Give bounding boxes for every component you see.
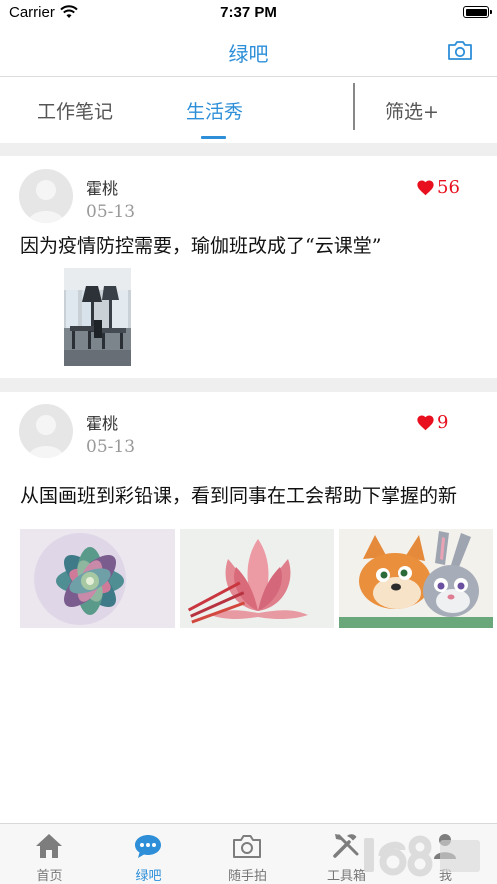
tab-label: 绿吧 xyxy=(135,869,162,884)
like-count[interactable]: 56 xyxy=(416,177,460,198)
section-divider xyxy=(0,378,497,392)
post-photo[interactable] xyxy=(180,529,334,628)
tools-icon xyxy=(333,834,359,858)
tab-home[interactable]: 首页 xyxy=(0,824,99,884)
camera-icon xyxy=(233,835,261,858)
section-divider xyxy=(0,143,497,156)
clock: 7:37 PM xyxy=(220,4,277,21)
author-name[interactable]: 霍桃 xyxy=(86,175,118,199)
page-title: 绿吧 xyxy=(228,42,269,66)
post-date: 05-13 xyxy=(86,437,136,457)
post-photo[interactable] xyxy=(20,529,175,628)
like-count-value: 56 xyxy=(437,177,460,198)
filter-button[interactable]: 筛选+ xyxy=(385,97,439,124)
tab-label: 首页 xyxy=(36,869,63,884)
like-count-value: 9 xyxy=(437,412,449,433)
chat-bubble-icon xyxy=(135,835,161,858)
post-photo[interactable] xyxy=(339,529,493,628)
post-photo[interactable] xyxy=(64,268,131,366)
active-tab-indicator xyxy=(201,136,226,139)
like-count[interactable]: 9 xyxy=(416,412,448,433)
category-tabs: 工作笔记 生活秀 筛选+ xyxy=(0,77,497,143)
camera-icon[interactable] xyxy=(447,40,473,61)
post-card[interactable]: 霍桃 05-13 56 因为疫情防控需要，瑜伽班改成了“云课堂” xyxy=(0,156,497,378)
post-card[interactable]: 霍桃 05-13 9 从国画班到彩铅课，看到同事在工会帮助下掌握的新 xyxy=(0,392,497,642)
tab-lvba[interactable]: 绿吧 xyxy=(99,824,198,884)
status-bar: Carrier 7:37 PM xyxy=(0,0,497,26)
tab-label: 随手拍 xyxy=(227,869,267,884)
tab-life-show[interactable]: 生活秀 xyxy=(186,97,243,124)
tab-work-notes[interactable]: 工作笔记 xyxy=(37,97,113,124)
tab-divider xyxy=(353,83,355,130)
battery-icon xyxy=(463,6,492,18)
author-name[interactable]: 霍桃 xyxy=(86,410,118,434)
navigation-bar: 绿吧 xyxy=(0,26,497,77)
post-content: 从国画班到彩铅课，看到同事在工会帮助下掌握的新 xyxy=(20,485,458,507)
heart-icon xyxy=(417,180,434,196)
avatar[interactable] xyxy=(19,404,73,458)
watermark-logo xyxy=(364,835,480,877)
tab-snapshot[interactable]: 随手拍 xyxy=(198,824,297,884)
avatar[interactable] xyxy=(19,169,73,223)
heart-icon xyxy=(417,415,434,431)
post-content: 因为疫情防控需要，瑜伽班改成了“云课堂” xyxy=(20,235,382,257)
post-date: 05-13 xyxy=(86,202,136,222)
home-icon xyxy=(36,834,62,858)
